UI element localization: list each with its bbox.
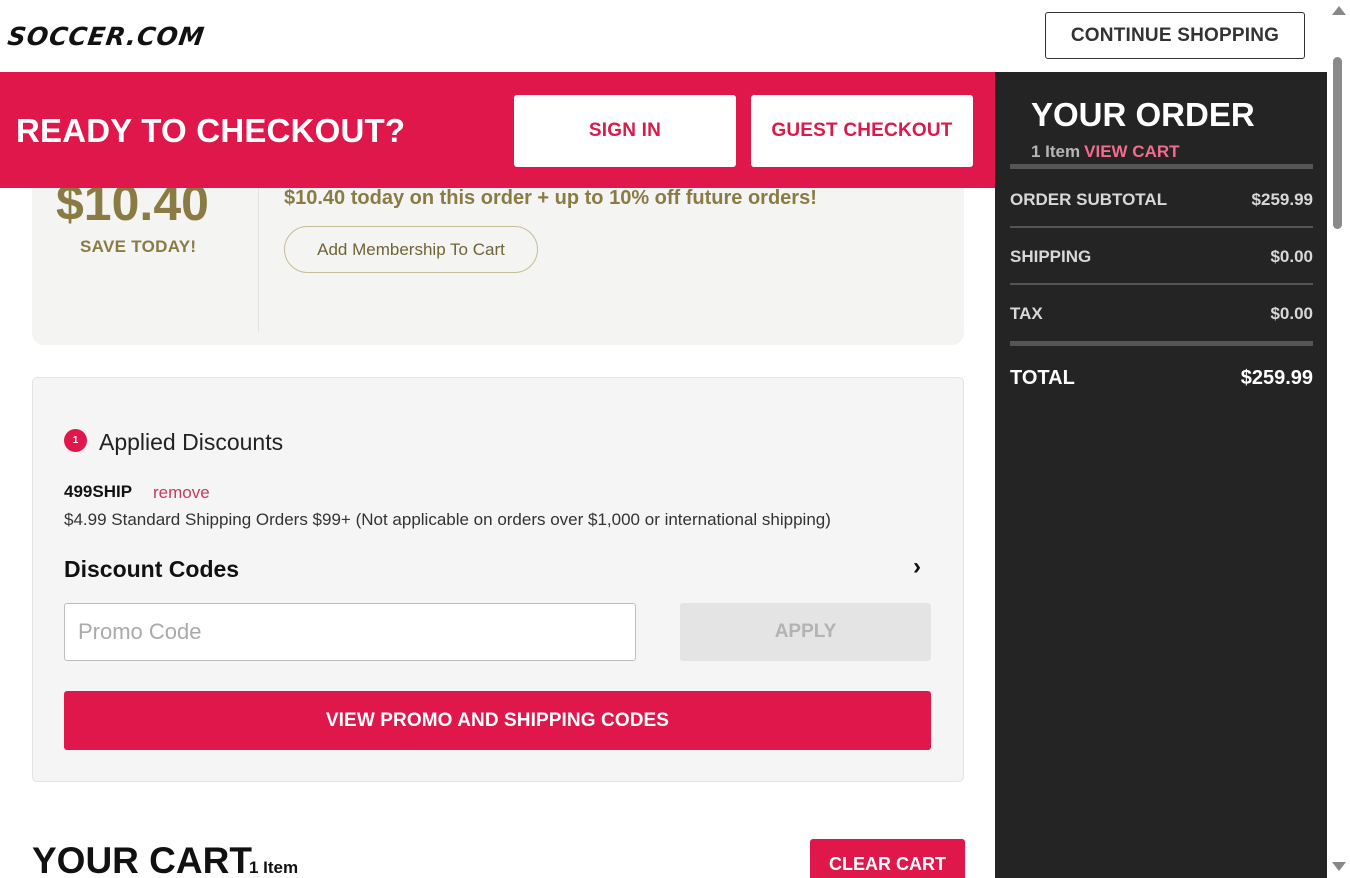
checkout-banner: READY TO CHECKOUT? SIGN IN GUEST CHECKOU… <box>0 72 995 188</box>
sign-in-button[interactable]: SIGN IN <box>514 95 736 167</box>
apply-promo-button[interactable]: APPLY <box>680 603 931 661</box>
tax-label: TAX <box>1010 304 1043 323</box>
total-label: TOTAL <box>1010 367 1075 389</box>
membership-save-today: SAVE TODAY! <box>80 237 197 256</box>
chevron-right-icon[interactable]: › <box>913 553 921 581</box>
tax-divider <box>1010 341 1313 346</box>
tax-value: $0.00 <box>1270 304 1313 323</box>
order-item-count: 1 Item VIEW CART <box>1031 142 1180 162</box>
cart-item-count: 1 Item <box>249 858 299 877</box>
discounts-panel: 1 Applied Discounts 499SHIP remove $4.99… <box>32 377 964 782</box>
membership-savings-text: $10.40 today on this order + up to 10% o… <box>284 187 817 209</box>
shipping-row: SHIPPING $0.00 <box>1010 247 1313 267</box>
shipping-value: $0.00 <box>1270 247 1313 266</box>
guest-checkout-button[interactable]: GUEST CHECKOUT <box>751 95 973 167</box>
applied-discount-code: 499SHIP <box>64 482 133 501</box>
your-cart-title: YOUR CART <box>32 840 252 878</box>
page-scrollbar[interactable] <box>1327 0 1350 878</box>
remove-discount-link[interactable]: remove <box>153 483 210 503</box>
soccer-com-logo[interactable]: SOCCER.COM <box>6 22 207 51</box>
order-summary: YOUR ORDER 1 Item VIEW CART ORDER SUBTOTA… <box>995 72 1327 878</box>
order-subtotal-value: $259.99 <box>1251 190 1313 209</box>
total-value: $259.99 <box>1240 367 1313 389</box>
total-row: TOTAL $259.99 <box>1010 367 1313 390</box>
scroll-up-arrow-icon[interactable] <box>1332 6 1346 15</box>
view-cart-link[interactable]: VIEW CART <box>1084 142 1179 161</box>
scroll-thumb[interactable] <box>1333 57 1342 229</box>
your-order-title: YOUR ORDER <box>1031 96 1255 133</box>
order-item-count-text: 1 Item <box>1031 142 1081 161</box>
scroll-down-arrow-icon[interactable] <box>1332 862 1346 871</box>
cart-page: SOCCER.COM CONTINUE SHOPPING $10.40 SAVE… <box>0 0 1350 878</box>
continue-shopping-button[interactable]: CONTINUE SHOPPING <box>1045 12 1305 59</box>
shipping-label: SHIPPING <box>1010 247 1092 266</box>
add-membership-button[interactable]: Add Membership To Cart <box>284 226 538 273</box>
shipping-divider <box>1010 283 1313 285</box>
tax-row: TAX $0.00 <box>1010 304 1313 324</box>
clear-cart-button[interactable]: CLEAR CART <box>810 839 965 878</box>
view-promo-shipping-codes-button[interactable]: VIEW PROMO AND SHIPPING CODES <box>64 691 931 750</box>
order-subtotal-label: ORDER SUBTOTAL <box>1010 190 1168 209</box>
order-subtotal-row: ORDER SUBTOTAL $259.99 <box>1010 190 1313 210</box>
applied-discounts-title: Applied Discounts <box>99 429 284 455</box>
discount-codes-title: Discount Codes <box>64 556 240 582</box>
cart-main: $10.40 SAVE TODAY! $10.40 today on this … <box>0 72 995 878</box>
order-title-divider <box>1010 164 1313 169</box>
applied-discount-description: $4.99 Standard Shipping Orders $99+ (Not… <box>64 510 831 529</box>
checkout-banner-title: READY TO CHECKOUT? <box>16 112 406 149</box>
subtotal-divider <box>1010 226 1313 228</box>
applied-discount-count-badge: 1 <box>64 429 87 452</box>
site-header: SOCCER.COM CONTINUE SHOPPING <box>0 0 1327 72</box>
promo-code-input[interactable] <box>64 603 636 661</box>
